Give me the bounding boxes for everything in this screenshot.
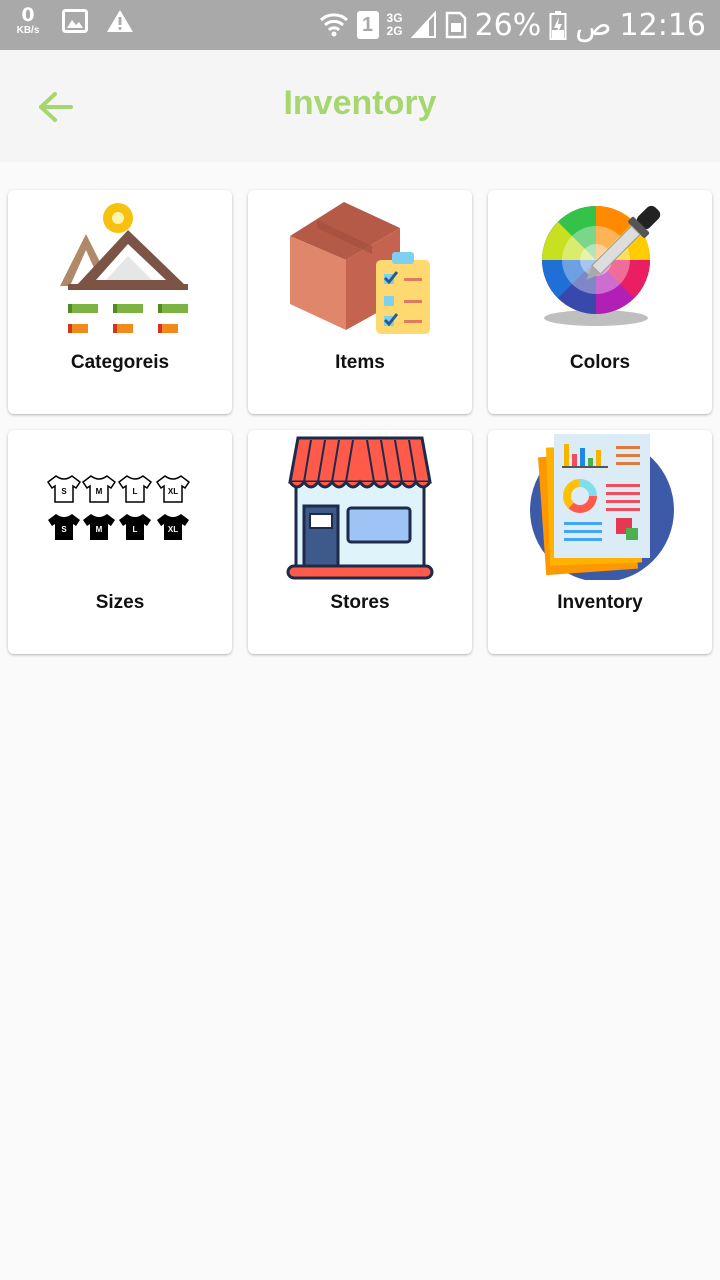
menu-card-label: Items: [335, 352, 385, 373]
sim-slot-badge: 1: [356, 11, 379, 39]
size-label-s: S: [61, 487, 67, 496]
gallery-notification-icon: [62, 9, 88, 33]
page-title: Inventory: [283, 84, 437, 122]
menu-card-label: Categoreis: [70, 352, 170, 373]
menu-card-stores[interactable]: Stores: [248, 430, 472, 654]
menu-card-categories[interactable]: Categoreis: [8, 190, 232, 414]
status-bar: 0 KB/s 1 3G 2G 26% ص 12:16: [0, 0, 720, 50]
battery-percentage: 26%: [474, 7, 542, 43]
menu-card-items[interactable]: Items: [248, 190, 472, 414]
network-type-labels: 3G 2G: [387, 12, 403, 38]
store-icon: [286, 436, 434, 580]
categories-icon: [60, 203, 188, 333]
clock-time: 12:16: [619, 7, 706, 43]
status-bar-left: 0 KB/s: [12, 6, 134, 36]
size-label-l: L: [133, 487, 138, 496]
size-label-xl: XL: [168, 525, 178, 534]
menu-card-label: Colors: [569, 352, 631, 373]
app-bar: Inventory: [0, 50, 720, 162]
menu-card-colors[interactable]: Colors: [488, 190, 712, 414]
size-label-s: S: [61, 525, 67, 534]
size-label-m: M: [96, 487, 103, 496]
signal-strength-icon: [410, 11, 436, 38]
status-bar-right: 1 3G 2G 26% ص 12:16: [319, 4, 706, 46]
size-label-m: M: [96, 525, 103, 534]
menu-card-sizes[interactable]: S M L XL S M L XL Sizes: [8, 430, 232, 654]
time-ampm: ص: [575, 7, 612, 43]
network-speed-unit: KB/s: [16, 25, 40, 36]
warning-notification-icon: [107, 10, 133, 32]
inventory-report-icon: [530, 434, 674, 580]
size-label-l: L: [133, 525, 138, 534]
items-box-icon: [290, 202, 430, 334]
wifi-icon: [319, 13, 348, 37]
sim-slot-number: 1: [361, 14, 374, 36]
menu-card-label: Inventory: [557, 592, 643, 613]
sim-card-icon: [445, 11, 466, 39]
network-speed: 0 KB/s: [12, 6, 44, 36]
menu-card-inventory[interactable]: Inventory: [488, 430, 712, 654]
tshirt-sizes-icon: S M L XL S M L XL: [47, 475, 190, 540]
battery-charging-icon: [549, 11, 567, 40]
network-speed-value: 0: [21, 4, 35, 26]
size-label-xl: XL: [168, 487, 178, 496]
menu-card-label: Stores: [330, 592, 390, 613]
network-2g-label: 2G: [386, 24, 403, 38]
color-picker-icon: [542, 205, 661, 326]
menu-card-label: Sizes: [95, 592, 145, 613]
